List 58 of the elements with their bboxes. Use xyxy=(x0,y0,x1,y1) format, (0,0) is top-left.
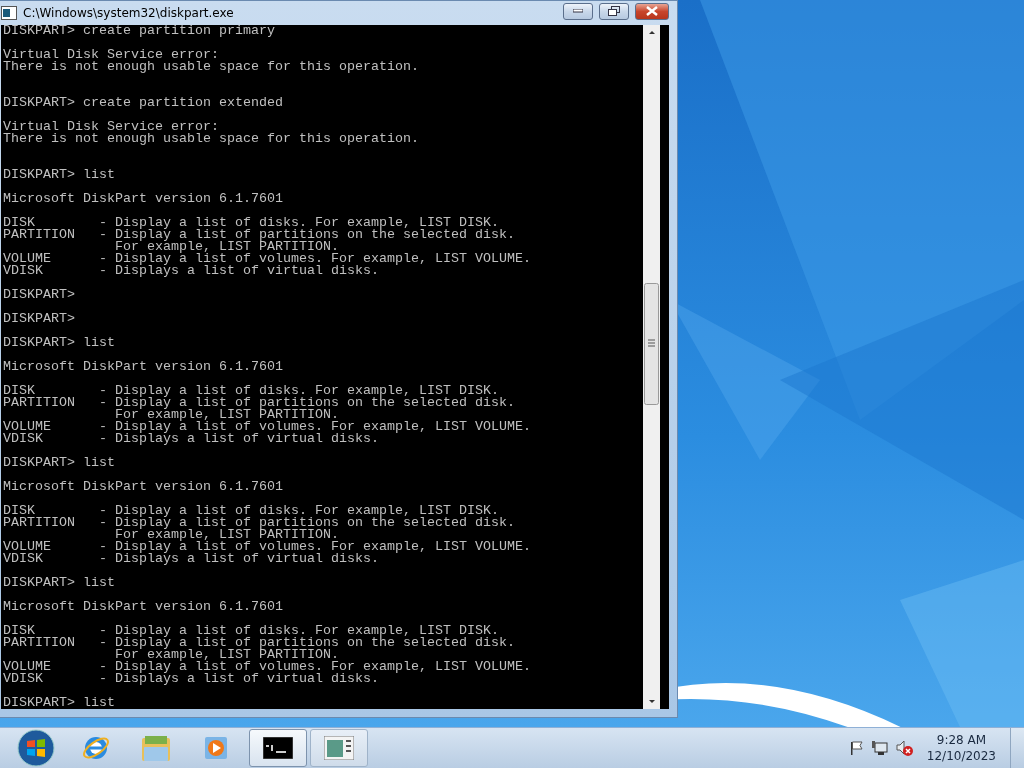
console-line: DISKPART> create partition primary xyxy=(3,25,276,37)
console-line: DISK - Display a list of disks. For example, LIST DISK. xyxy=(3,385,499,397)
console-line: VDISK - Displays a list of virtual disks. xyxy=(3,673,379,685)
console-line: Virtual Disk Service error: xyxy=(3,121,220,133)
minimize-icon xyxy=(573,9,583,13)
console-line: There is not enough usable space for this operation. xyxy=(3,133,420,145)
console-line: VDISK - Displays a list of virtual disks. xyxy=(3,553,379,565)
console-line: For example, LIST PARTITION. xyxy=(113,529,339,541)
console-line: Microsoft DiskPart version 6.1.7601 xyxy=(3,193,284,205)
media-player-icon[interactable] xyxy=(202,734,230,762)
console-line: DISKPART> xyxy=(3,289,76,301)
console-line: DISKPART> list xyxy=(3,577,116,589)
console-line: VOLUME - Display a list of volumes. For example, LIST VOLUME. xyxy=(3,661,532,673)
console-line: DISKPART> list xyxy=(3,169,116,181)
scroll-thumb[interactable] xyxy=(644,283,659,405)
speaker-muted-icon[interactable] xyxy=(894,739,913,757)
console-line: DISK - Display a list of disks. For example, LIST DISK. xyxy=(3,625,499,637)
clock-date: 12/10/2023 xyxy=(926,748,996,764)
console-window-icon xyxy=(1,6,17,20)
console-line: VDISK - Displays a list of virtual disks. xyxy=(3,265,379,277)
console-line: PARTITION - Display a list of partitions on the selected disk. xyxy=(3,229,516,241)
console-line: DISKPART> list xyxy=(3,697,116,709)
start-button[interactable] xyxy=(17,729,55,767)
console-line: DISKPART> xyxy=(3,313,76,325)
console-line: DISKPART> list xyxy=(3,457,116,469)
maximize-button[interactable] xyxy=(599,2,629,20)
console-line: For example, LIST PARTITION. xyxy=(113,649,339,661)
console-line: Microsoft DiskPart version 6.1.7601 xyxy=(3,601,284,613)
console-line: DISKPART> list xyxy=(3,337,116,349)
clock-time: 9:28 AM xyxy=(936,732,987,748)
network-icon[interactable] xyxy=(870,740,889,756)
window-icon xyxy=(324,736,354,760)
console-line: VOLUME - Display a list of volumes. For example, LIST VOLUME. xyxy=(3,541,532,553)
console-line: PARTITION - Display a list of partitions on the selected disk. xyxy=(3,637,516,649)
console-line: DISK - Display a list of disks. For example, LIST DISK. xyxy=(3,505,499,517)
console-line: For example, LIST PARTITION. xyxy=(113,409,339,421)
console-line: VOLUME - Display a list of volumes. For example, LIST VOLUME. xyxy=(3,421,532,433)
window-title: C:\Windows\system32\diskpart.exe xyxy=(23,6,235,20)
taskbar-button[interactable] xyxy=(249,729,307,767)
console-line: VDISK - Displays a list of virtual disks. xyxy=(3,433,379,445)
console-line: Microsoft DiskPart version 6.1.7601 xyxy=(3,481,284,493)
clock[interactable]: 9:28 AM 12/10/2023 xyxy=(926,732,996,764)
console-line: DISK - Display a list of disks. For example, LIST DISK. xyxy=(3,217,499,229)
close-icon xyxy=(646,6,658,16)
console-line: Virtual Disk Service error: xyxy=(3,49,220,61)
console-icon xyxy=(263,737,293,759)
console-line: PARTITION - Display a list of partitions on the selected disk. xyxy=(3,397,516,409)
console-line: There is not enough usable space for this operation. xyxy=(3,61,420,73)
restore-icon xyxy=(608,6,620,16)
scrollbar[interactable] xyxy=(643,25,660,709)
console-line: PARTITION - Display a list of partitions on the selected disk. xyxy=(3,517,516,529)
flag-icon[interactable] xyxy=(848,740,865,756)
minimize-button[interactable] xyxy=(563,2,593,20)
console-line: Microsoft DiskPart version 6.1.7601 xyxy=(3,361,284,373)
close-button[interactable] xyxy=(635,2,669,20)
console-line: DISKPART> create partition extended xyxy=(3,97,284,109)
console-line: For example, LIST PARTITION. xyxy=(113,241,339,253)
console-line: VOLUME - Display a list of volumes. For example, LIST VOLUME. xyxy=(3,253,532,265)
